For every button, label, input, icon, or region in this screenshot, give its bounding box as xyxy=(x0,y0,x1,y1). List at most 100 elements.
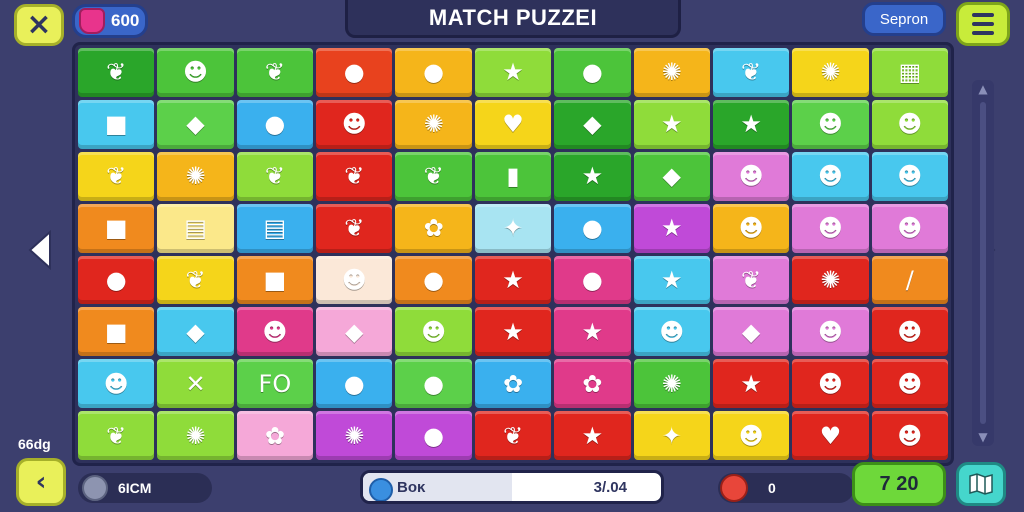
scrollbar[interactable]: ▲ ▼ xyxy=(972,80,994,446)
tile[interactable]: ● xyxy=(236,99,314,149)
tile[interactable]: ◆ xyxy=(633,151,710,201)
tile[interactable]: ✺ xyxy=(157,151,234,201)
tile[interactable]: ❦ xyxy=(712,255,790,305)
tile[interactable]: / xyxy=(871,255,948,305)
tile[interactable]: ☻ xyxy=(712,411,790,460)
tile[interactable]: ✿ xyxy=(395,203,472,253)
tile[interactable]: ● xyxy=(554,203,631,253)
tile[interactable]: ◆ xyxy=(157,307,234,357)
tile[interactable]: ✕ xyxy=(157,359,234,409)
tile[interactable]: ◆ xyxy=(554,99,631,149)
tile[interactable]: ☻ xyxy=(316,255,393,305)
tile[interactable]: ▤ xyxy=(157,203,234,253)
tile[interactable]: ★ xyxy=(633,99,710,149)
tile[interactable]: ★ xyxy=(474,255,552,305)
tile[interactable]: ● xyxy=(554,48,631,97)
tile[interactable]: ■ xyxy=(78,203,155,253)
tile[interactable]: ❦ xyxy=(78,48,155,97)
tile[interactable]: ● xyxy=(395,359,472,409)
score-button[interactable]: 7 20 xyxy=(852,462,946,506)
tile[interactable]: ♥ xyxy=(474,99,552,149)
tile[interactable]: ★ xyxy=(712,99,790,149)
tile[interactable]: ★ xyxy=(633,255,710,305)
tile[interactable]: ✦ xyxy=(474,203,552,253)
prev-arrow-button[interactable] xyxy=(24,228,58,272)
tile[interactable]: ☻ xyxy=(792,307,869,357)
tile[interactable]: ★ xyxy=(554,411,631,460)
tile[interactable]: ☻ xyxy=(871,307,948,357)
tile[interactable]: ☻ xyxy=(871,411,948,460)
tile[interactable]: ❦ xyxy=(712,48,790,97)
tile[interactable]: FO xyxy=(236,359,314,409)
tile[interactable]: ☻ xyxy=(792,99,869,149)
tile[interactable]: ◆ xyxy=(157,99,234,149)
tile[interactable]: ☻ xyxy=(157,48,234,97)
tile[interactable]: ☻ xyxy=(236,307,314,357)
tile[interactable]: ◆ xyxy=(712,307,790,357)
tile[interactable]: ★ xyxy=(474,48,552,97)
tile[interactable]: ☻ xyxy=(871,99,948,149)
tile[interactable]: ★ xyxy=(712,359,790,409)
tile[interactable]: ★ xyxy=(474,307,552,357)
tile[interactable]: ✿ xyxy=(474,359,552,409)
tile[interactable]: ❦ xyxy=(236,151,314,201)
map-button[interactable] xyxy=(956,462,1006,506)
tile[interactable]: ✺ xyxy=(633,359,710,409)
tile[interactable]: ☻ xyxy=(712,151,790,201)
tile[interactable]: ★ xyxy=(554,307,631,357)
tile[interactable]: ❦ xyxy=(236,48,314,97)
tile[interactable]: ★ xyxy=(633,203,710,253)
tile[interactable]: ✺ xyxy=(792,48,869,97)
tile[interactable]: ☻ xyxy=(316,99,393,149)
tile[interactable]: ☻ xyxy=(871,151,948,201)
close-button[interactable]: × xyxy=(14,4,64,46)
tile[interactable]: ★ xyxy=(554,151,631,201)
tile[interactable]: ✺ xyxy=(316,411,393,460)
tile[interactable]: ● xyxy=(316,48,393,97)
tile[interactable]: ◆ xyxy=(316,307,393,357)
search-button[interactable]: Sepron xyxy=(862,2,946,36)
tile[interactable]: ☻ xyxy=(871,359,948,409)
scroll-up-icon[interactable]: ▲ xyxy=(972,80,994,98)
tile[interactable]: ❦ xyxy=(157,255,234,305)
tile[interactable]: ❦ xyxy=(395,151,472,201)
tile[interactable]: ✺ xyxy=(633,48,710,97)
tile[interactable]: ✺ xyxy=(157,411,234,460)
tile[interactable]: ▮ xyxy=(474,151,552,201)
tile[interactable]: ✿ xyxy=(554,359,631,409)
tile[interactable]: ❦ xyxy=(316,151,393,201)
tile[interactable]: ☻ xyxy=(395,307,472,357)
tile[interactable]: ▤ xyxy=(236,203,314,253)
tile[interactable]: ■ xyxy=(78,99,155,149)
scroll-track[interactable] xyxy=(980,102,986,424)
tile[interactable]: ✺ xyxy=(792,255,869,305)
tile[interactable]: ● xyxy=(395,411,472,460)
tile[interactable]: ✺ xyxy=(395,99,472,149)
tile[interactable]: ♥ xyxy=(792,411,869,460)
tile-piece-icon: ● xyxy=(343,369,365,398)
tile[interactable]: ☻ xyxy=(792,359,869,409)
tile[interactable]: ☻ xyxy=(712,203,790,253)
tile[interactable]: ● xyxy=(316,359,393,409)
tile[interactable]: ✦ xyxy=(633,411,710,460)
tile[interactable]: ☻ xyxy=(78,359,155,409)
tile[interactable]: ● xyxy=(395,255,472,305)
tile[interactable]: ❦ xyxy=(316,203,393,253)
tile[interactable]: ● xyxy=(78,255,155,305)
tile[interactable]: ❦ xyxy=(474,411,552,460)
tile[interactable]: ● xyxy=(554,255,631,305)
tile[interactable]: ❦ xyxy=(78,411,155,460)
tile[interactable]: ☻ xyxy=(792,151,869,201)
tile[interactable]: ✿ xyxy=(236,411,314,460)
menu-button[interactable] xyxy=(956,2,1010,46)
tile[interactable]: ☻ xyxy=(871,203,948,253)
tile[interactable]: ☻ xyxy=(792,203,869,253)
tile[interactable]: ☻ xyxy=(633,307,710,357)
tile[interactable]: ■ xyxy=(236,255,314,305)
back-button[interactable]: ‹ xyxy=(16,458,66,506)
tile[interactable]: ■ xyxy=(78,307,155,357)
tile[interactable]: ❦ xyxy=(78,151,155,201)
tile[interactable]: ▦ xyxy=(871,48,948,97)
scroll-down-icon[interactable]: ▼ xyxy=(972,428,994,446)
tile[interactable]: ● xyxy=(395,48,472,97)
